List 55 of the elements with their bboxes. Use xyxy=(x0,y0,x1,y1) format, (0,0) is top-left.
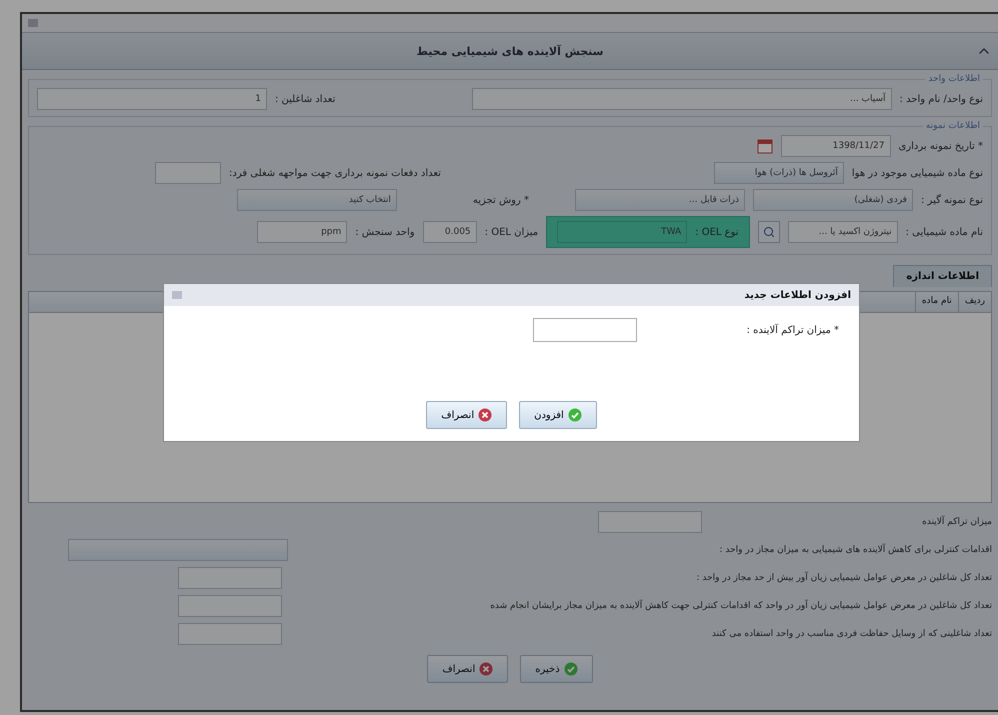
field-label: اقدامات کنترلی برای کاهش آلاینده های شیمیایی به میزان مجاز در واحد : xyxy=(719,545,992,555)
text-field[interactable]: 1398/11/27 xyxy=(780,135,890,157)
text-field[interactable] xyxy=(178,623,282,645)
field-label: * روش تجزیه xyxy=(472,194,529,206)
save-button[interactable]: ذخیره xyxy=(520,655,593,683)
input-field[interactable] xyxy=(532,318,637,342)
check-icon xyxy=(568,408,582,422)
add-button[interactable]: افزودن xyxy=(519,401,597,429)
search-icon xyxy=(762,226,775,238)
cancel-button[interactable]: انصراف xyxy=(426,401,508,429)
text-field[interactable]: نیتروژن اکسید یا ... xyxy=(788,221,898,243)
text-field[interactable] xyxy=(178,595,282,617)
text-field[interactable] xyxy=(155,162,221,184)
dropdown[interactable] xyxy=(68,539,288,561)
field-label: نوع ماده شیمیایی موجود در هوا xyxy=(852,168,983,178)
field-label: تعداد دفعات نمونه برداری جهت مواجهه شغلی فرد: xyxy=(229,168,441,178)
text-field[interactable]: ppm xyxy=(257,221,348,243)
field-label: نوع OEL : xyxy=(695,226,739,238)
field-label: تعداد شاغلینی که از وسایل حفاظت فردی مناسب در واحد استفاده می کنند xyxy=(712,629,992,639)
text-field[interactable]: TWA xyxy=(557,221,688,243)
field-label: * تاریخ نمونه برداری xyxy=(898,140,983,152)
field-label: تعداد شاغلین : xyxy=(275,94,336,104)
window-title: سنجش آلاینده های شیمیایی محیط xyxy=(416,44,604,58)
dropdown[interactable]: ذرات قابل ... xyxy=(575,189,745,211)
calendar-icon[interactable] xyxy=(756,138,772,154)
dropdown[interactable]: انتخاب کنید xyxy=(236,189,397,211)
column-header: ردیف xyxy=(958,292,991,312)
tab[interactable]: اطلاعات اندازه xyxy=(893,265,992,287)
column-header: نام ماده xyxy=(914,292,958,312)
field-label: تعداد کل شاغلین در معرض عوامل شیمیایی زیان آور در واحد که اقدامات کنترلی جهت کاهش آلاینده به میزان مجاز برایشان انجام شده xyxy=(490,601,992,611)
text-field[interactable]: 1 xyxy=(37,88,267,110)
field-label: میزان تراکم آلاینده xyxy=(922,517,992,527)
cancel-button[interactable]: انصراف xyxy=(427,655,508,683)
text-field[interactable] xyxy=(598,511,702,533)
close-icon xyxy=(478,408,492,422)
field-label: تعداد کل شاغلین در معرض عوامل شیمیایی زیان آور بیش از حد مجاز در واحد : xyxy=(696,573,992,583)
text-field[interactable] xyxy=(178,567,282,589)
dropdown[interactable]: آئروسل ها (ذرات) هوا xyxy=(714,162,844,184)
text-field[interactable]: 0.005 xyxy=(422,221,477,243)
field-label: میزان OEL : xyxy=(484,226,538,238)
close-icon xyxy=(479,662,494,676)
window-icon xyxy=(172,291,182,299)
field-label: واحد سنجش : xyxy=(355,226,415,238)
field-label: * میزان تراکم آلاینده : xyxy=(746,324,839,336)
field-label: نام ماده شیمیایی : xyxy=(906,226,983,238)
search-button[interactable] xyxy=(758,221,780,243)
dropdown[interactable]: فردی (شغلی) xyxy=(753,189,913,211)
section-legend: اطلاعات واحد xyxy=(925,74,983,84)
window-icon xyxy=(28,19,38,27)
check-icon xyxy=(564,662,578,676)
text-field[interactable]: آسیاب ... xyxy=(472,88,892,110)
field-label: نوع واحد/ نام واحد : xyxy=(900,94,983,104)
dialog-title: افزودن اطلاعات جدید xyxy=(744,290,851,300)
section-legend: اطلاعات نمونه xyxy=(922,121,983,131)
field-label: نوع نمونه گیر : xyxy=(921,194,983,206)
